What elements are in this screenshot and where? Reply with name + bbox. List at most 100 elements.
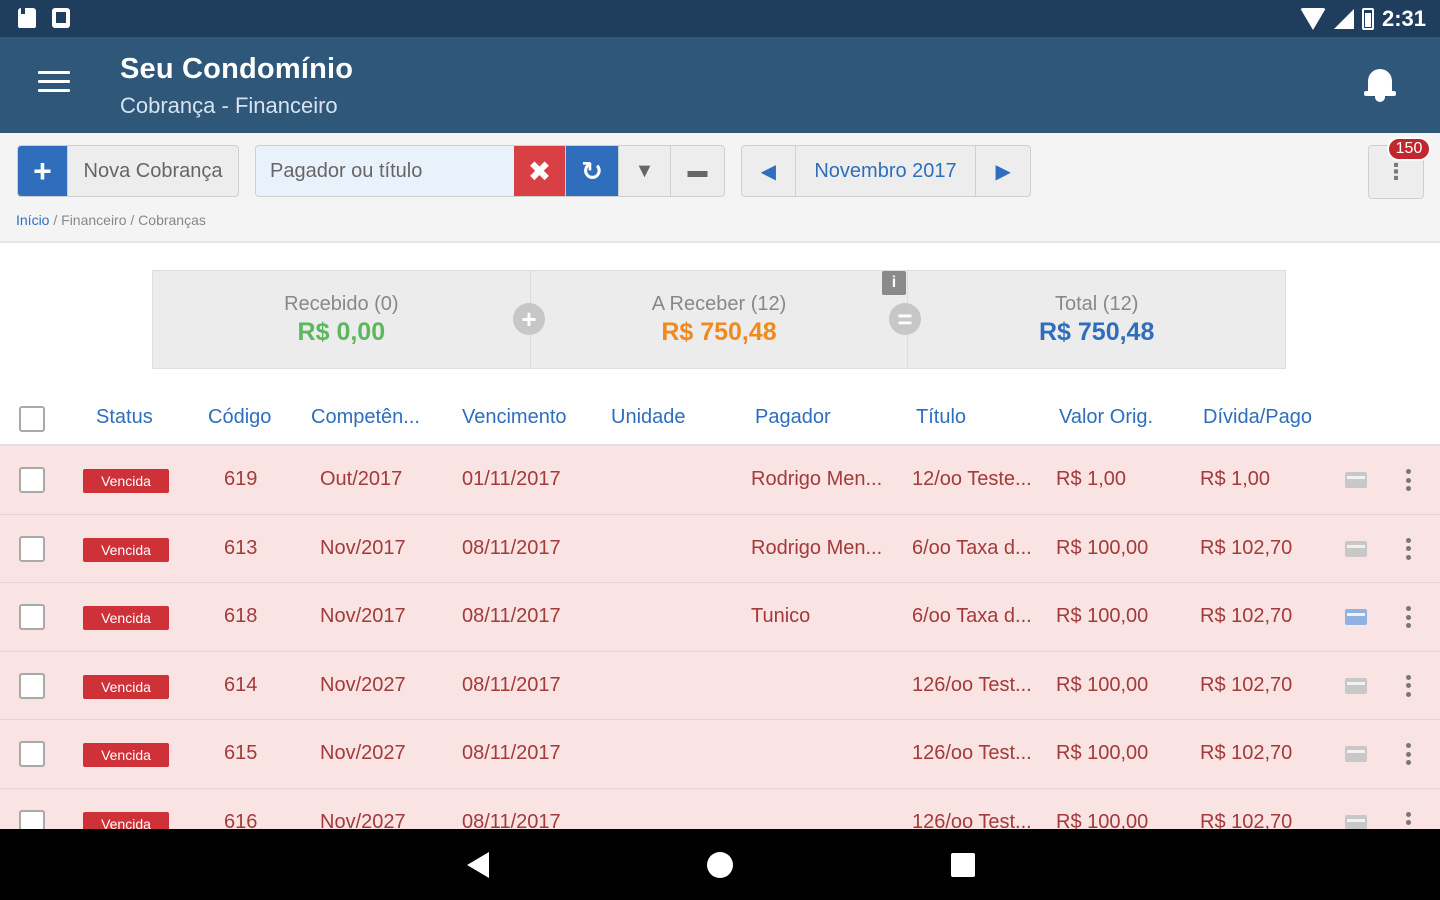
app-title: Seu Condomínio [120,53,354,85]
cell-competence: Out/2017 [320,468,403,490]
row-checkbox[interactable] [19,809,45,829]
boleto-card-icon[interactable] [1345,540,1367,557]
boleto-card-icon[interactable] [1345,677,1367,694]
column-header-unit[interactable]: Unidade [611,406,686,429]
cell-due-date: 08/11/2017 [462,742,561,764]
status-badge: Vencida [83,469,169,493]
next-month-icon[interactable]: ▶ [976,146,1030,196]
cell-due-date: 01/11/2017 [462,468,561,490]
recent-apps-icon[interactable] [951,853,975,877]
column-header-original-value[interactable]: Valor Orig. [1059,406,1153,429]
search-group: ✖ ↻ ▼ ▬ [255,145,725,197]
filter-icon[interactable]: ▼ [619,146,671,196]
row-more-icon[interactable] [1398,535,1418,563]
row-checkbox[interactable] [19,741,45,767]
row-more-icon[interactable] [1398,672,1418,700]
home-icon[interactable] [707,852,733,878]
cell-competence: Nov/2017 [320,536,406,559]
breadcrumb-path: / Financeiro / Cobranças [49,212,206,228]
summary-panel: Recebido (0) R$ 0,00 A Receber (12) R$ 7… [152,270,1286,369]
cell-title: 6/oo Taxa d... [912,605,1032,627]
total-summary: Total (12) R$ 750,48 [908,271,1285,368]
cell-due-date: 08/11/2017 [462,605,561,627]
charges-table: Status Código Competên... Vencimento Uni… [0,392,1440,829]
cell-code: 616 [224,810,258,830]
column-header-status[interactable]: Status [96,406,153,429]
cell-competence: Nov/2017 [320,605,406,627]
column-header-due-date[interactable]: Vencimento [462,406,567,429]
cell-original-value: R$ 100,00 [1056,536,1149,559]
table-row[interactable]: Vencida 618 Nov/2017 08/11/2017 Tunico 6/oo T… [0,583,1440,652]
cell-title: 6/oo Taxa d... [912,536,1032,559]
status-badge: Vencida [83,606,169,630]
total-value: R$ 750,48 [1038,317,1155,346]
to-receive-summary: A Receber (12) R$ 750,48 [531,271,909,368]
cell-debt-paid: R$ 1,00 [1200,468,1271,490]
row-checkbox[interactable] [19,604,45,630]
system-navigation-bar [0,829,1440,900]
received-summary: Recebido (0) R$ 0,00 [153,271,531,368]
row-checkbox[interactable] [19,535,45,562]
table-row[interactable]: Vencida 619 Out/2017 01/11/2017 Rodrigo Men.… [0,446,1440,515]
plus-icon[interactable]: + [18,146,68,196]
row-more-icon[interactable] [1398,809,1418,829]
cell-payer: Rodrigo Men... [751,468,883,490]
cell-due-date: 08/11/2017 [462,673,561,696]
row-checkbox[interactable] [19,672,45,699]
new-charge-button[interactable]: Nova Cobrança [68,146,238,196]
table-row[interactable]: Vencida 615 Nov/2027 08/11/2017 126/oo Test.… [0,720,1440,789]
column-header-competence[interactable]: Competên... [311,406,420,429]
notification-count-badge: 150 [1387,137,1431,161]
refresh-icon[interactable]: ↻ [566,146,619,196]
previous-month-icon[interactable]: ◀ [742,146,796,196]
notifications-bell-icon[interactable] [1364,67,1396,103]
boleto-card-icon[interactable] [1345,814,1367,829]
boleto-card-icon[interactable] [1345,609,1367,625]
app-notification-icon [52,8,70,28]
received-label: Recebido (0) [284,292,399,315]
back-icon[interactable] [467,852,489,878]
select-all-checkbox[interactable] [19,406,45,432]
column-header-debt-paid[interactable]: Dívida/Pago [1203,406,1312,429]
table-row[interactable]: Vencida 614 Nov/2027 08/11/2017 126/oo Test.… [0,651,1440,720]
cell-code: 619 [224,468,258,490]
status-badge: Vencida [83,743,169,767]
row-more-icon[interactable] [1398,466,1418,494]
search-input[interactable] [256,146,514,196]
row-more-icon[interactable] [1398,740,1418,768]
cell-debt-paid: R$ 102,70 [1200,536,1293,559]
cell-original-value: R$ 100,00 [1056,810,1149,830]
notification-icons [18,8,70,28]
cell-original-value: R$ 100,00 [1056,673,1149,696]
status-badge: Vencida [83,537,169,562]
boleto-card-icon[interactable] [1345,746,1367,762]
cell-debt-paid: R$ 102,70 [1200,605,1293,627]
toolbar: + Nova Cobrança ✖ ↻ ▼ ▬ ◀ Novembro 2017 … [0,133,1440,243]
column-header-title[interactable]: Título [916,406,966,429]
clear-search-icon[interactable]: ✖ [514,146,566,196]
total-label: Total (12) [1054,292,1139,315]
column-header-code[interactable]: Código [208,406,271,429]
system-indicators: 2:31 [1299,6,1426,32]
cell-due-date: 08/11/2017 [462,536,561,559]
cell-competence: Nov/2027 [320,810,406,830]
row-checkbox[interactable] [19,467,45,493]
cell-competence: Nov/2027 [320,673,406,696]
status-badge: Vencida [83,674,169,699]
breadcrumb-home-link[interactable]: Início [16,212,49,228]
new-charge-group: + Nova Cobrança [17,145,239,197]
clock: 2:31 [1381,6,1426,31]
month-label[interactable]: Novembro 2017 [796,146,977,196]
cell-signal-icon [1333,9,1354,29]
column-header-payer[interactable]: Pagador [755,406,831,429]
hamburger-menu-icon[interactable] [38,71,70,95]
cell-code: 618 [224,605,258,627]
table-row[interactable]: Vencida 613 Nov/2017 08/11/2017 Rodrigo Men.… [0,514,1440,583]
cell-original-value: R$ 100,00 [1056,605,1149,627]
boleto-card-icon[interactable] [1345,472,1367,488]
info-icon[interactable]: i [882,271,906,295]
cell-original-value: R$ 1,00 [1056,468,1127,490]
row-more-icon[interactable] [1398,603,1418,631]
print-icon[interactable]: ▬ [671,146,724,196]
table-row[interactable]: Vencida 616 Nov/2027 08/11/2017 126/oo Test.… [0,788,1440,830]
